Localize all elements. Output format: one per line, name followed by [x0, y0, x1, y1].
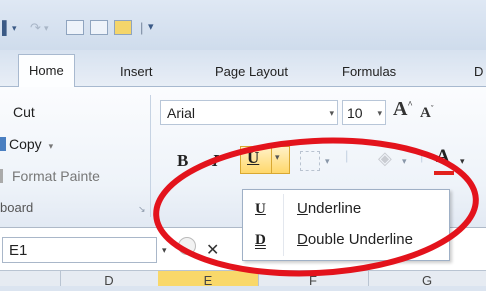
copy-label: Copy [9, 136, 42, 152]
redo-icon[interactable]: ↷ [30, 20, 41, 36]
font-size-dropdown-icon[interactable]: ▾ [377, 101, 382, 126]
name-box[interactable]: E1 [2, 237, 157, 263]
redo-dropdown-icon[interactable]: ▾ [44, 23, 49, 34]
ribbon-tab-bar: Home Insert Page Layout Formulas D [0, 50, 486, 88]
copy-dropdown-icon[interactable]: ▾ [49, 141, 54, 151]
tab-data[interactable]: D [474, 57, 483, 86]
open-folder-icon[interactable] [114, 20, 132, 35]
cut-button[interactable]: Cut [0, 104, 35, 120]
customize-qat-icon[interactable]: ▾ [148, 20, 154, 33]
save-icon[interactable]: ▌ [2, 20, 11, 35]
font-size-box[interactable]: 10 ▾ [342, 100, 386, 125]
copy-icon [0, 137, 6, 151]
copy-button[interactable]: Copy ▾ [0, 136, 53, 152]
tab-home[interactable]: Home [18, 54, 75, 88]
undo-dropdown-icon[interactable]: ▾ [12, 23, 17, 34]
quick-access-toolbar: ▌ ▾ ↷ ▾ | ▾ [0, 0, 486, 50]
cut-label: Cut [13, 104, 35, 120]
tab-formulas[interactable]: Formulas [342, 57, 396, 86]
format-painter-button[interactable]: Format Painte [0, 168, 100, 184]
shrink-font-icon[interactable]: Aˇ [420, 104, 434, 122]
qat-separator: | [140, 20, 144, 35]
font-name-dropdown-icon[interactable]: ▾ [329, 101, 334, 126]
format-painter-label: Format Painte [12, 168, 100, 184]
paintbrush-icon [0, 169, 9, 183]
clipboard-launcher-icon[interactable]: ↘ [138, 204, 146, 215]
font-size-value: 10 [347, 105, 363, 121]
quick-print-icon[interactable] [90, 20, 108, 35]
annotation-ellipse [153, 137, 479, 277]
grow-font-icon[interactable]: A^ [393, 98, 413, 121]
row-header-corner[interactable] [0, 271, 61, 286]
column-header-d[interactable]: D [60, 271, 159, 288]
tab-page-layout[interactable]: Page Layout [215, 57, 288, 86]
clipboard-group-label: board [0, 200, 34, 215]
tab-insert[interactable]: Insert [120, 57, 153, 86]
font-name-value: Arial [167, 105, 196, 121]
print-preview-icon[interactable] [66, 20, 84, 35]
scissors-icon [0, 105, 10, 119]
font-name-box[interactable]: Arial ▾ [160, 100, 338, 125]
